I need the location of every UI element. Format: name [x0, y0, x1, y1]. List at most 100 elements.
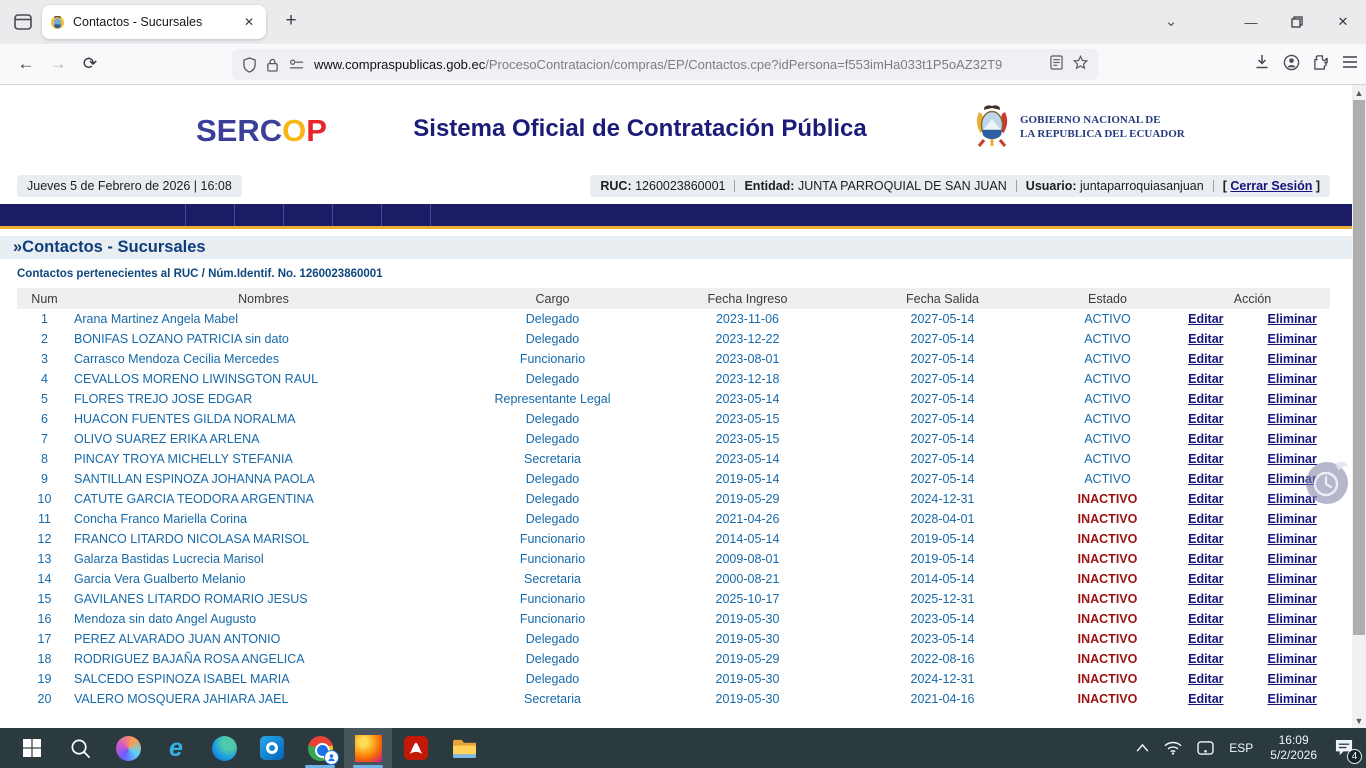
tray-chevron-up-icon[interactable]: [1132, 728, 1153, 768]
taskbar-clock[interactable]: 16:095/2/2026: [1264, 728, 1323, 768]
edit-link[interactable]: Editar: [1188, 332, 1223, 346]
search-button[interactable]: [56, 728, 104, 768]
edit-link[interactable]: Editar: [1188, 352, 1223, 366]
permissions-icon[interactable]: [288, 58, 305, 72]
back-button[interactable]: ←: [10, 49, 42, 79]
delete-link[interactable]: Eliminar: [1268, 572, 1317, 586]
forward-button[interactable]: →: [42, 49, 74, 79]
row-cargo: Delegado: [455, 469, 650, 489]
edit-link[interactable]: Editar: [1188, 672, 1223, 686]
tab-list-chevron-icon[interactable]: ⌄: [1158, 12, 1184, 30]
delete-link[interactable]: Eliminar: [1268, 652, 1317, 666]
restore-button[interactable]: [1274, 0, 1320, 44]
delete-link[interactable]: Eliminar: [1268, 692, 1317, 706]
delete-link[interactable]: Eliminar: [1268, 412, 1317, 426]
delete-link[interactable]: Eliminar: [1268, 592, 1317, 606]
edit-link[interactable]: Editar: [1188, 512, 1223, 526]
delete-link[interactable]: Eliminar: [1268, 552, 1317, 566]
nav-item[interactable]: [283, 204, 332, 226]
language-indicator[interactable]: ESP: [1225, 728, 1257, 768]
clock-overlay-widget[interactable]: [1303, 458, 1351, 506]
downloads-icon[interactable]: [1254, 54, 1270, 75]
account-icon[interactable]: [1283, 54, 1300, 76]
row-fecha-salida: 2028-04-01: [845, 509, 1040, 529]
delete-link[interactable]: Eliminar: [1268, 632, 1317, 646]
delete-link[interactable]: Eliminar: [1268, 372, 1317, 386]
edit-link[interactable]: Editar: [1188, 572, 1223, 586]
wifi-icon[interactable]: [1160, 728, 1186, 768]
row-nombre: VALERO MOSQUERA JAHIARA JAEL: [72, 689, 455, 709]
menu-hamburger-icon[interactable]: [1342, 55, 1358, 74]
scrollbar-thumb[interactable]: [1353, 100, 1365, 635]
row-cargo: Delegado: [455, 669, 650, 689]
url-bar[interactable]: www.compraspublicas.gob.ec/ProcesoContra…: [232, 49, 1098, 80]
table-row: 11 Concha Franco Mariella Corina Delegad…: [17, 509, 1330, 529]
delete-link[interactable]: Eliminar: [1268, 332, 1317, 346]
reload-button[interactable]: ⟳: [74, 49, 106, 79]
delete-link[interactable]: Eliminar: [1268, 532, 1317, 546]
delete-link[interactable]: Eliminar: [1268, 312, 1317, 326]
edit-link[interactable]: Editar: [1188, 492, 1223, 506]
tab-contactos[interactable]: Contactos - Sucursales ✕: [42, 5, 266, 39]
firefox-button[interactable]: [344, 728, 392, 768]
nav-item[interactable]: [185, 204, 234, 226]
edit-link[interactable]: Editar: [1188, 552, 1223, 566]
edit-link[interactable]: Editar: [1188, 452, 1223, 466]
edit-link[interactable]: Editar: [1188, 472, 1223, 486]
row-fecha-ingreso: 2023-12-22: [650, 329, 845, 349]
tracking-shield-icon[interactable]: [242, 57, 257, 73]
url-text[interactable]: www.compraspublicas.gob.ec/ProcesoContra…: [314, 57, 1044, 72]
copilot-button[interactable]: [104, 728, 152, 768]
close-window-button[interactable]: ✕: [1320, 0, 1366, 44]
edit-link[interactable]: Editar: [1188, 432, 1223, 446]
edit-link[interactable]: Editar: [1188, 372, 1223, 386]
row-nombre: BONIFAS LOZANO PATRICIA sin dato: [72, 329, 455, 349]
new-tab-button[interactable]: +: [278, 10, 304, 32]
sercop-logo-gold: O: [282, 113, 306, 148]
row-nombre: Garcia Vera Gualberto Melanio: [72, 569, 455, 589]
scroll-up-arrow[interactable]: ▲: [1352, 85, 1366, 100]
https-lock-icon[interactable]: [266, 57, 279, 73]
logout-link[interactable]: Cerrar Sesión: [1230, 179, 1312, 193]
edge-button[interactable]: [200, 728, 248, 768]
delete-link[interactable]: Eliminar: [1268, 612, 1317, 626]
minimize-button[interactable]: —: [1228, 0, 1274, 44]
delete-link[interactable]: Eliminar: [1268, 432, 1317, 446]
tab-close-icon[interactable]: ✕: [240, 13, 258, 31]
edit-link[interactable]: Editar: [1188, 592, 1223, 606]
chrome-button[interactable]: [296, 728, 344, 768]
acrobat-button[interactable]: [392, 728, 440, 768]
scroll-down-arrow[interactable]: ▼: [1352, 713, 1366, 728]
edit-link[interactable]: Editar: [1188, 532, 1223, 546]
delete-link[interactable]: Eliminar: [1268, 512, 1317, 526]
edit-link[interactable]: Editar: [1188, 412, 1223, 426]
cast-icon[interactable]: [1193, 728, 1218, 768]
edit-link[interactable]: Editar: [1188, 652, 1223, 666]
nav-item[interactable]: [234, 204, 283, 226]
edit-link[interactable]: Editar: [1188, 692, 1223, 706]
row-estado: INACTIVO: [1040, 629, 1175, 649]
nav-item[interactable]: [332, 204, 381, 226]
edit-link[interactable]: Editar: [1188, 392, 1223, 406]
delete-link[interactable]: Eliminar: [1268, 392, 1317, 406]
edit-link[interactable]: Editar: [1188, 312, 1223, 326]
notification-center-button[interactable]: 4: [1330, 728, 1360, 768]
edit-link[interactable]: Editar: [1188, 612, 1223, 626]
bookmark-star-icon[interactable]: [1073, 55, 1088, 75]
delete-link[interactable]: Eliminar: [1268, 672, 1317, 686]
nav-item[interactable]: [381, 204, 431, 226]
reader-view-icon[interactable]: [1050, 55, 1063, 75]
start-button[interactable]: [8, 728, 56, 768]
table-row: 17 PEREZ ALVARADO JUAN ANTONIO Delegado …: [17, 629, 1330, 649]
delete-link[interactable]: Eliminar: [1268, 352, 1317, 366]
page-scrollbar[interactable]: ▲ ▼: [1352, 85, 1366, 728]
outlook-button[interactable]: [248, 728, 296, 768]
file-explorer-button[interactable]: [440, 728, 488, 768]
edit-link[interactable]: Editar: [1188, 632, 1223, 646]
row-num: 7: [17, 429, 72, 449]
internet-explorer-button[interactable]: e: [152, 728, 200, 768]
firefox-view-icon[interactable]: [10, 9, 36, 35]
row-nombre: PINCAY TROYA MICHELLY STEFANIA: [72, 449, 455, 469]
extensions-icon[interactable]: [1313, 54, 1329, 75]
row-num: 13: [17, 549, 72, 569]
